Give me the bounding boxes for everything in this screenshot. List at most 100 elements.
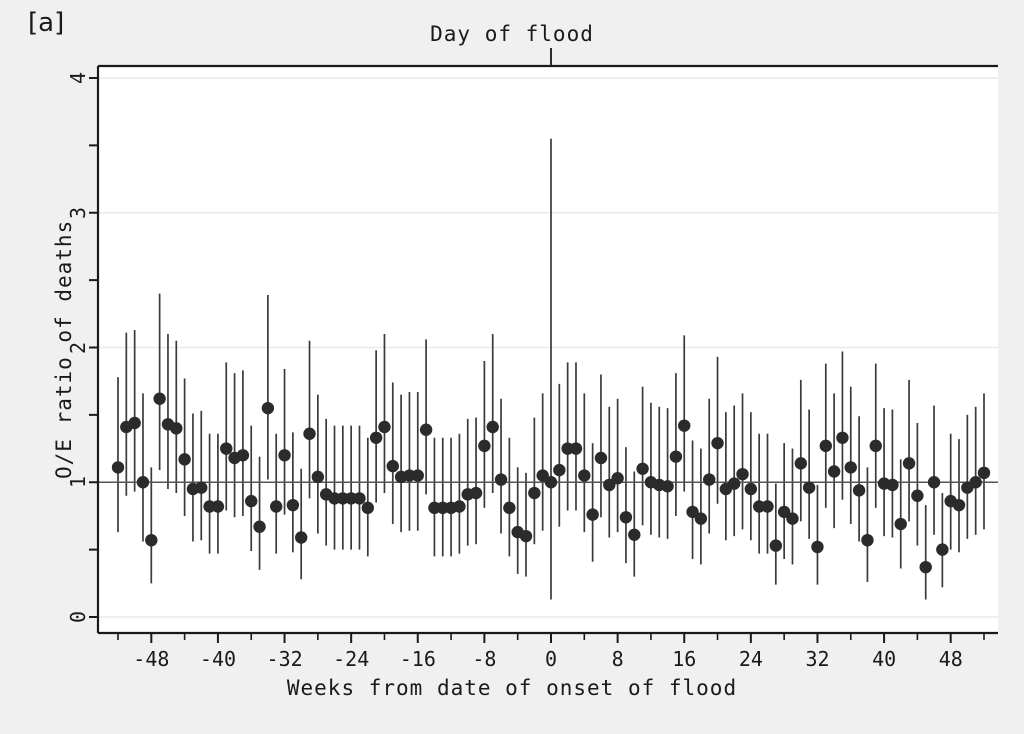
data-point <box>411 469 424 482</box>
data-point <box>769 539 783 552</box>
data-point <box>844 461 857 474</box>
data-point <box>178 453 191 466</box>
y-tick-label: 4 <box>66 71 91 85</box>
data-point <box>744 482 758 496</box>
data-point <box>369 431 383 444</box>
data-point <box>486 420 499 434</box>
data-point <box>802 481 816 494</box>
x-ticks-group <box>117 633 985 643</box>
data-point <box>553 463 566 477</box>
x-tick-label: -16 <box>399 647 436 671</box>
data-point <box>386 459 399 473</box>
data-point <box>378 420 391 434</box>
data-point <box>669 450 683 463</box>
data-point <box>952 498 966 512</box>
data-point <box>278 449 291 462</box>
data-point <box>786 512 799 525</box>
data-point <box>636 462 649 475</box>
data-point <box>611 472 624 485</box>
x-tick-label: -40 <box>199 647 237 671</box>
data-point <box>128 416 141 430</box>
data-point <box>236 449 250 462</box>
data-point <box>678 419 691 432</box>
data-point <box>544 476 558 489</box>
data-point <box>694 512 708 525</box>
data-point <box>794 457 808 470</box>
y-ticks-group <box>89 77 98 618</box>
data-point <box>911 489 924 502</box>
data-point <box>419 423 433 436</box>
data-point <box>478 439 491 453</box>
x-tick-label: 8 <box>611 647 624 671</box>
x-tick-label: 40 <box>872 647 897 671</box>
data-point <box>619 511 633 524</box>
scatter-plot-canvas <box>89 48 998 643</box>
data-point <box>886 478 899 492</box>
data-point <box>503 501 516 515</box>
data-point <box>270 500 283 513</box>
data-point <box>519 529 533 543</box>
data-point <box>153 392 166 405</box>
data-point <box>528 486 541 500</box>
data-point <box>286 498 300 512</box>
x-tick-label: -32 <box>266 647 303 671</box>
data-point <box>145 533 158 547</box>
x-tick-label: 16 <box>672 647 697 671</box>
data-point <box>594 451 608 465</box>
data-point <box>977 466 991 480</box>
data-point <box>261 401 275 415</box>
data-point <box>569 442 583 455</box>
x-tick-label: 24 <box>738 647 763 671</box>
data-point <box>927 476 941 489</box>
data-point <box>170 422 183 435</box>
data-point <box>811 540 824 554</box>
data-point <box>711 436 724 450</box>
data-point <box>195 481 208 494</box>
data-point <box>211 500 225 513</box>
data-point <box>311 470 325 484</box>
x-tick-label: 48 <box>938 647 963 671</box>
data-point <box>727 477 741 490</box>
data-point <box>111 461 125 474</box>
data-point <box>761 500 774 513</box>
data-point <box>919 560 932 574</box>
data-point <box>453 500 466 513</box>
data-point <box>136 476 150 489</box>
data-point <box>628 528 641 542</box>
data-point <box>827 465 841 478</box>
data-point <box>245 494 258 508</box>
y-tick-label: 0 <box>66 610 91 624</box>
x-tick-label: 0 <box>545 647 558 671</box>
plot-background <box>98 66 998 633</box>
data-point <box>469 486 483 500</box>
data-point <box>703 473 716 486</box>
y-tick-label: 2 <box>66 341 91 354</box>
x-tick-label: -8 <box>472 647 497 671</box>
data-point <box>936 543 949 556</box>
data-point <box>861 533 874 547</box>
figure-panel-a: [a] Day of flood O/E ratio of deaths Wee… <box>0 0 1024 734</box>
data-point <box>969 476 982 489</box>
data-point <box>494 473 508 486</box>
x-axis-title: Weeks from date of onset of flood <box>286 676 738 700</box>
data-point <box>303 427 316 440</box>
data-point <box>353 492 366 505</box>
data-point <box>894 517 907 531</box>
x-tick-label: -24 <box>333 647 370 671</box>
data-point <box>294 531 308 544</box>
data-point <box>361 501 375 515</box>
x-tick-label: -48 <box>133 647 170 671</box>
x-tick-label: 32 <box>805 647 830 671</box>
data-point <box>902 457 916 470</box>
data-point <box>852 484 866 497</box>
data-point <box>869 439 882 453</box>
y-tick-label: 3 <box>66 206 91 219</box>
y-tick-label: 1 <box>66 476 91 489</box>
data-point <box>661 480 674 493</box>
data-point <box>819 439 832 453</box>
data-point <box>736 467 749 481</box>
data-point <box>836 431 849 444</box>
data-point <box>586 508 599 521</box>
data-point <box>578 469 591 482</box>
data-point <box>253 520 266 533</box>
